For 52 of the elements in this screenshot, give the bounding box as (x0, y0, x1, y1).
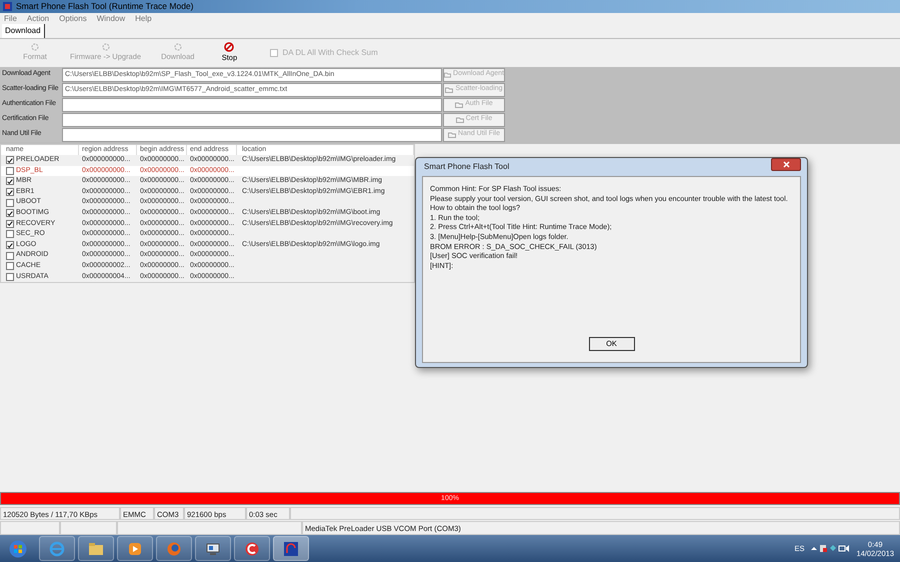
menu-item[interactable]: Window (96, 13, 126, 25)
menu-item[interactable]: Help (135, 13, 152, 25)
checkbox[interactable] (6, 220, 14, 228)
folder-icon (456, 116, 464, 122)
window-title: Smart Phone Flash Tool (Runtime Trace Mode) (16, 0, 194, 13)
checkbox[interactable] (6, 166, 14, 175)
folder-icon (448, 132, 456, 138)
file-path-field[interactable] (62, 98, 442, 112)
taskbar-button[interactable] (273, 536, 309, 561)
folder-icon (455, 102, 464, 108)
taskbar-button[interactable] (195, 536, 231, 561)
tray-icons[interactable] (810, 544, 850, 553)
computer-icon (205, 540, 221, 556)
close-button[interactable] (771, 158, 801, 171)
check-icon (7, 156, 13, 164)
checkbox[interactable] (6, 230, 14, 238)
windows-logo-icon (9, 540, 27, 558)
close-icon (782, 160, 790, 168)
taskbar-button[interactable] (39, 536, 75, 561)
stop-icon (224, 42, 234, 52)
browser-icon (49, 540, 65, 556)
checkbox[interactable] (6, 156, 14, 164)
check-icon (7, 242, 13, 249)
menu-item[interactable]: Action (26, 13, 50, 25)
taskbar-button[interactable] (234, 536, 270, 561)
folder-icon (88, 540, 104, 556)
checkbox[interactable] (6, 262, 14, 270)
checkbox[interactable] (6, 241, 14, 250)
checkbox-label: DA DL All With Check Sum (282, 47, 378, 59)
checkbox[interactable] (6, 272, 14, 281)
folder-icon (445, 86, 454, 92)
tab[interactable]: Download (2, 24, 45, 38)
checkbox[interactable] (6, 177, 14, 186)
checkbox[interactable] (6, 209, 14, 218)
checkbox[interactable] (6, 198, 14, 207)
taskbar-button[interactable] (117, 536, 153, 561)
status-pane (0, 521, 60, 535)
dialog-title: Smart Phone Flash Tool (424, 161, 510, 173)
play-icon (127, 540, 143, 556)
checkbox[interactable] (6, 188, 14, 196)
menu-item[interactable]: File (4, 13, 17, 25)
folder-icon (444, 72, 452, 78)
flash-tool-icon (283, 540, 299, 556)
taskbar-button[interactable] (78, 536, 114, 561)
checkbox[interactable] (6, 252, 14, 260)
globe-icon (166, 540, 182, 556)
file-path-field[interactable] (62, 112, 442, 126)
file-path-field[interactable] (62, 128, 442, 142)
taskbar-button[interactable] (156, 536, 192, 561)
cleaner-icon (244, 540, 260, 556)
menu-item[interactable]: Options (59, 13, 87, 25)
app-icon (3, 2, 12, 11)
